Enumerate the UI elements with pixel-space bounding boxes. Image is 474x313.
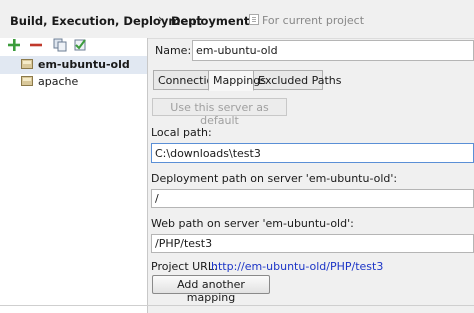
divider bbox=[0, 305, 474, 306]
project-url-link[interactable]: http://em-ubuntu-old/PHP/test3 bbox=[211, 260, 383, 273]
web-path-label: Web path on server 'em-ubuntu-old': bbox=[151, 217, 354, 230]
tab-connection[interactable]: Connection bbox=[153, 70, 220, 90]
project-url-label: Project URL: bbox=[151, 260, 218, 273]
server-label: em-ubuntu-old bbox=[38, 58, 130, 71]
copy-icon[interactable] bbox=[52, 38, 68, 52]
check-icon[interactable] bbox=[72, 38, 88, 52]
deployment-path-field[interactable]: / bbox=[151, 189, 474, 208]
server-item-apache[interactable]: apache bbox=[0, 73, 147, 91]
web-path-field[interactable]: /PHP/test3 bbox=[151, 234, 474, 253]
server-icon bbox=[21, 59, 33, 69]
server-icon bbox=[21, 76, 33, 86]
plus-icon[interactable] bbox=[6, 38, 22, 52]
minus-icon[interactable] bbox=[28, 38, 44, 52]
add-mapping-button[interactable]: Add another mapping bbox=[152, 275, 270, 304]
server-label: apache bbox=[38, 75, 79, 88]
scope-label: For current project bbox=[262, 14, 365, 27]
name-label: Name: bbox=[155, 44, 192, 57]
breadcrumb-separator-icon: › bbox=[158, 12, 163, 26]
name-field[interactable]: em-ubuntu-old bbox=[192, 40, 474, 61]
deployment-path-label: Deployment path on server 'em-ubuntu-old… bbox=[151, 172, 398, 185]
breadcrumb-current: Deployment bbox=[171, 14, 250, 28]
server-item-em-ubuntu-old[interactable]: em-ubuntu-old bbox=[0, 56, 147, 74]
project-scope-icon bbox=[249, 14, 259, 25]
local-path-label: Local path: bbox=[151, 126, 212, 139]
tab-mappings[interactable]: Mappings bbox=[208, 70, 266, 91]
local-path-field[interactable]: C:\downloads\test3 bbox=[151, 143, 474, 163]
use-as-default-button[interactable]: Use this server as default bbox=[152, 98, 287, 127]
